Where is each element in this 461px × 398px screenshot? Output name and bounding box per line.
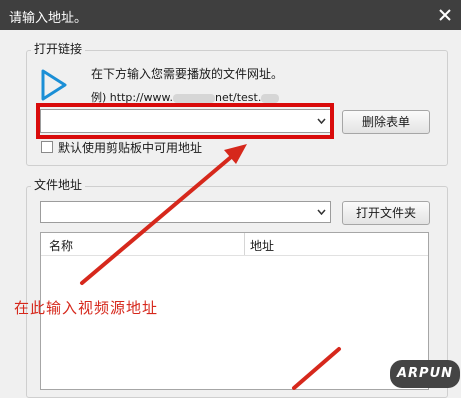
title-bar: 请输入地址。: [0, 0, 461, 30]
open-folder-button[interactable]: 打开文件夹: [342, 201, 430, 225]
highlight-frame: [36, 103, 334, 139]
redacted-segment: [172, 93, 215, 103]
column-header-name[interactable]: 名称: [49, 237, 73, 254]
play-icon: [41, 69, 67, 101]
column-header-address[interactable]: 地址: [250, 237, 274, 254]
open-link-group-label: 打开链接: [31, 42, 86, 56]
delete-form-button[interactable]: 删除表单: [342, 110, 430, 134]
clipboard-checkbox-label[interactable]: 默认使用剪贴板中可用地址: [58, 139, 202, 156]
clipboard-checkbox[interactable]: [41, 141, 53, 153]
chevron-down-icon[interactable]: [317, 209, 326, 215]
file-address-group-label: 文件地址: [31, 178, 86, 192]
annotation-text: 在此输入视频源地址: [14, 299, 159, 317]
column-divider[interactable]: [244, 233, 245, 255]
list-header: 名称 地址: [41, 233, 428, 256]
instruction-text: 在下方输入您需要播放的文件网址。: [91, 67, 284, 81]
window-title: 请输入地址。: [9, 11, 88, 26]
redacted-segment: [261, 93, 280, 103]
watermark-logo: ARPUN: [390, 360, 460, 388]
close-icon[interactable]: [436, 6, 454, 24]
file-path-input[interactable]: [40, 201, 331, 223]
